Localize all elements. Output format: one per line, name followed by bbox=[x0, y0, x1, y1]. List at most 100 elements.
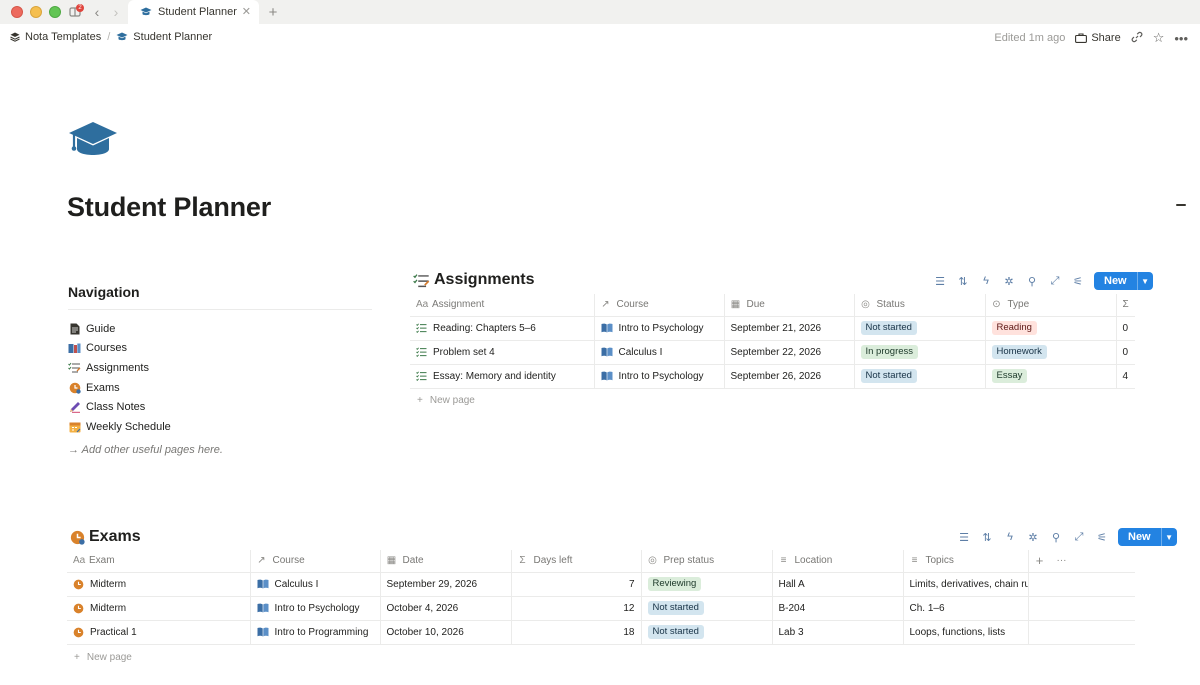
course-relation-cell[interactable]: Calculus I bbox=[249, 572, 380, 597]
table-row[interactable]: Essay: Memory and identity Intro to Psych… bbox=[410, 364, 1135, 389]
search-icon[interactable]: ⚲ bbox=[1025, 274, 1039, 288]
expand-icon[interactable]: ⤢ bbox=[1048, 274, 1062, 288]
chevron-down-icon[interactable]: ▼ bbox=[1136, 272, 1153, 290]
course-relation-cell[interactable]: Calculus I bbox=[593, 340, 724, 365]
close-window-button[interactable] bbox=[11, 6, 23, 18]
table-row[interactable]: Practical 1 Intro to Programming October 1… bbox=[67, 620, 1135, 645]
expand-icon[interactable]: ⤢ bbox=[1072, 530, 1086, 544]
due-date-cell[interactable]: September 26, 2026 bbox=[723, 364, 854, 389]
topics-cell[interactable]: Loops, functions, lists bbox=[902, 620, 1028, 645]
table-row[interactable]: Midterm Calculus I September 29, 2026 7 Revi… bbox=[67, 572, 1135, 597]
column-header-exam[interactable]: Aa Exam bbox=[67, 550, 250, 573]
status-cell[interactable]: Not started bbox=[853, 364, 985, 389]
column-header-assignment[interactable]: Aa Assignment bbox=[410, 294, 594, 317]
prep-status-cell[interactable]: Reviewing bbox=[640, 572, 772, 597]
exams-new-page-button[interactable]: + New page bbox=[74, 652, 132, 663]
column-header-location[interactable]: ≡ Location bbox=[771, 550, 903, 573]
topics-cell[interactable]: Ch. 1–6 bbox=[902, 596, 1028, 621]
course-relation-cell[interactable]: Intro to Programming bbox=[249, 620, 380, 645]
column-header-status[interactable]: ◎ Status bbox=[853, 294, 985, 317]
course-relation-cell[interactable]: Intro to Psychology bbox=[593, 316, 724, 341]
days-left-cell[interactable]: 7 bbox=[510, 572, 641, 597]
status-cell[interactable]: In progress bbox=[853, 340, 985, 365]
nav-item-assignments[interactable]: Assignments bbox=[68, 358, 368, 378]
exam-title-cell[interactable]: Midterm bbox=[67, 572, 250, 597]
table-row[interactable]: Problem set 4 Calculus I September 22, 202… bbox=[410, 340, 1135, 365]
exam-date-cell[interactable]: September 29, 2026 bbox=[379, 572, 511, 597]
prep-status-cell[interactable]: Not started bbox=[640, 620, 772, 645]
table-row[interactable]: Midterm Intro to Psychology October 4, 202… bbox=[67, 596, 1135, 621]
column-header-prep-status[interactable]: ◎ Prep status bbox=[640, 550, 772, 573]
add-property-icon[interactable]: + bbox=[1035, 553, 1045, 568]
column-header-days-left[interactable]: Σ Days left bbox=[510, 550, 641, 573]
more-options-icon[interactable]: ••• bbox=[1174, 31, 1188, 46]
location-cell[interactable]: Hall A bbox=[771, 572, 903, 597]
days-left-cell[interactable]: 18 bbox=[510, 620, 641, 645]
exam-date-cell[interactable]: October 10, 2026 bbox=[379, 620, 511, 645]
days-left-cell[interactable]: 12 bbox=[510, 596, 641, 621]
column-header-course[interactable]: ↗ Course bbox=[593, 294, 724, 317]
nav-item-courses[interactable]: Courses bbox=[68, 339, 368, 359]
automation-icon[interactable]: ϟ bbox=[979, 274, 993, 288]
sum-cell[interactable]: 0 bbox=[1115, 340, 1135, 365]
status-cell[interactable]: Not started bbox=[853, 316, 985, 341]
column-header-type[interactable]: ⊙ Type bbox=[984, 294, 1116, 317]
assignment-title-cell[interactable]: Problem set 4 bbox=[410, 340, 594, 365]
prep-status-cell[interactable]: Not started bbox=[640, 596, 772, 621]
nav-item-guide[interactable]: Guide bbox=[68, 319, 368, 339]
course-relation-cell[interactable]: Intro to Psychology bbox=[593, 364, 724, 389]
course-relation-cell[interactable]: Intro to Psychology bbox=[249, 596, 380, 621]
ai-sparkle-icon[interactable]: ✲ bbox=[1002, 274, 1016, 288]
more-options-icon[interactable]: ··· bbox=[1057, 555, 1067, 566]
filter-icon[interactable]: ☰ bbox=[957, 530, 971, 544]
share-button[interactable]: Share bbox=[1075, 32, 1121, 44]
star-icon[interactable]: ☆ bbox=[1153, 30, 1165, 46]
new-assignment-button[interactable]: New ▼ bbox=[1094, 272, 1153, 290]
location-cell[interactable]: Lab 3 bbox=[771, 620, 903, 645]
column-header-topics[interactable]: ≡ Topics bbox=[902, 550, 1028, 573]
due-date-cell[interactable]: September 22, 2026 bbox=[723, 340, 854, 365]
search-icon[interactable]: ⚲ bbox=[1049, 530, 1063, 544]
type-cell[interactable]: Essay bbox=[984, 364, 1116, 389]
nav-item-exams[interactable]: Exams bbox=[68, 378, 368, 398]
column-header-course[interactable]: ↗ Course bbox=[249, 550, 380, 573]
due-date-cell[interactable]: September 21, 2026 bbox=[723, 316, 854, 341]
sum-cell[interactable]: 0 bbox=[1115, 316, 1135, 341]
table-of-contents-indicator[interactable] bbox=[1176, 204, 1186, 206]
assignments-new-page-button[interactable]: + New page bbox=[417, 395, 475, 406]
breadcrumb-page[interactable]: Student Planner bbox=[116, 31, 212, 43]
settings-sliders-icon[interactable]: ⚟ bbox=[1095, 530, 1109, 544]
settings-sliders-icon[interactable]: ⚟ bbox=[1071, 274, 1085, 288]
breadcrumb-workspace[interactable]: Nota Templates bbox=[10, 31, 101, 43]
table-row[interactable]: Reading: Chapters 5–6 Intro to Psychology… bbox=[410, 316, 1135, 341]
type-cell[interactable]: Reading bbox=[984, 316, 1116, 341]
nav-item-weekly-schedule[interactable]: Weekly Schedule bbox=[68, 417, 368, 437]
new-tab-icon[interactable]: + bbox=[266, 3, 280, 21]
column-header-sum[interactable]: Σ bbox=[1115, 294, 1135, 317]
link-icon[interactable] bbox=[1131, 31, 1143, 46]
automation-icon[interactable]: ϟ bbox=[1003, 530, 1017, 544]
sort-icon[interactable]: ⇅ bbox=[980, 530, 994, 544]
ai-sparkle-icon[interactable]: ✲ bbox=[1026, 530, 1040, 544]
exam-title-cell[interactable]: Practical 1 bbox=[67, 620, 250, 645]
topics-cell[interactable]: Limits, derivatives, chain rule bbox=[902, 572, 1028, 597]
tab-student-planner[interactable]: Student Planner ✕ bbox=[128, 0, 259, 24]
type-cell[interactable]: Homework bbox=[984, 340, 1116, 365]
column-header-date[interactable]: ▦ Date bbox=[379, 550, 511, 573]
minimize-window-button[interactable] bbox=[30, 6, 42, 18]
back-arrow-icon[interactable]: ‹ bbox=[91, 3, 103, 21]
nav-item-class-notes[interactable]: Class Notes bbox=[68, 397, 368, 417]
sum-cell[interactable]: 4 bbox=[1115, 364, 1135, 389]
close-tab-icon[interactable]: ✕ bbox=[242, 5, 251, 18]
column-header-due[interactable]: ▦ Due bbox=[723, 294, 854, 317]
sort-icon[interactable]: ⇅ bbox=[956, 274, 970, 288]
assignment-title-cell[interactable]: Reading: Chapters 5–6 bbox=[410, 316, 594, 341]
exam-title-cell[interactable]: Midterm bbox=[67, 596, 250, 621]
filter-icon[interactable]: ☰ bbox=[933, 274, 947, 288]
exam-date-cell[interactable]: October 4, 2026 bbox=[379, 596, 511, 621]
new-exam-button[interactable]: New ▼ bbox=[1118, 528, 1177, 546]
location-cell[interactable]: B-204 bbox=[771, 596, 903, 621]
forward-arrow-icon[interactable]: › bbox=[110, 3, 122, 21]
chevron-down-icon[interactable]: ▼ bbox=[1160, 528, 1177, 546]
zoom-window-button[interactable] bbox=[49, 6, 61, 18]
